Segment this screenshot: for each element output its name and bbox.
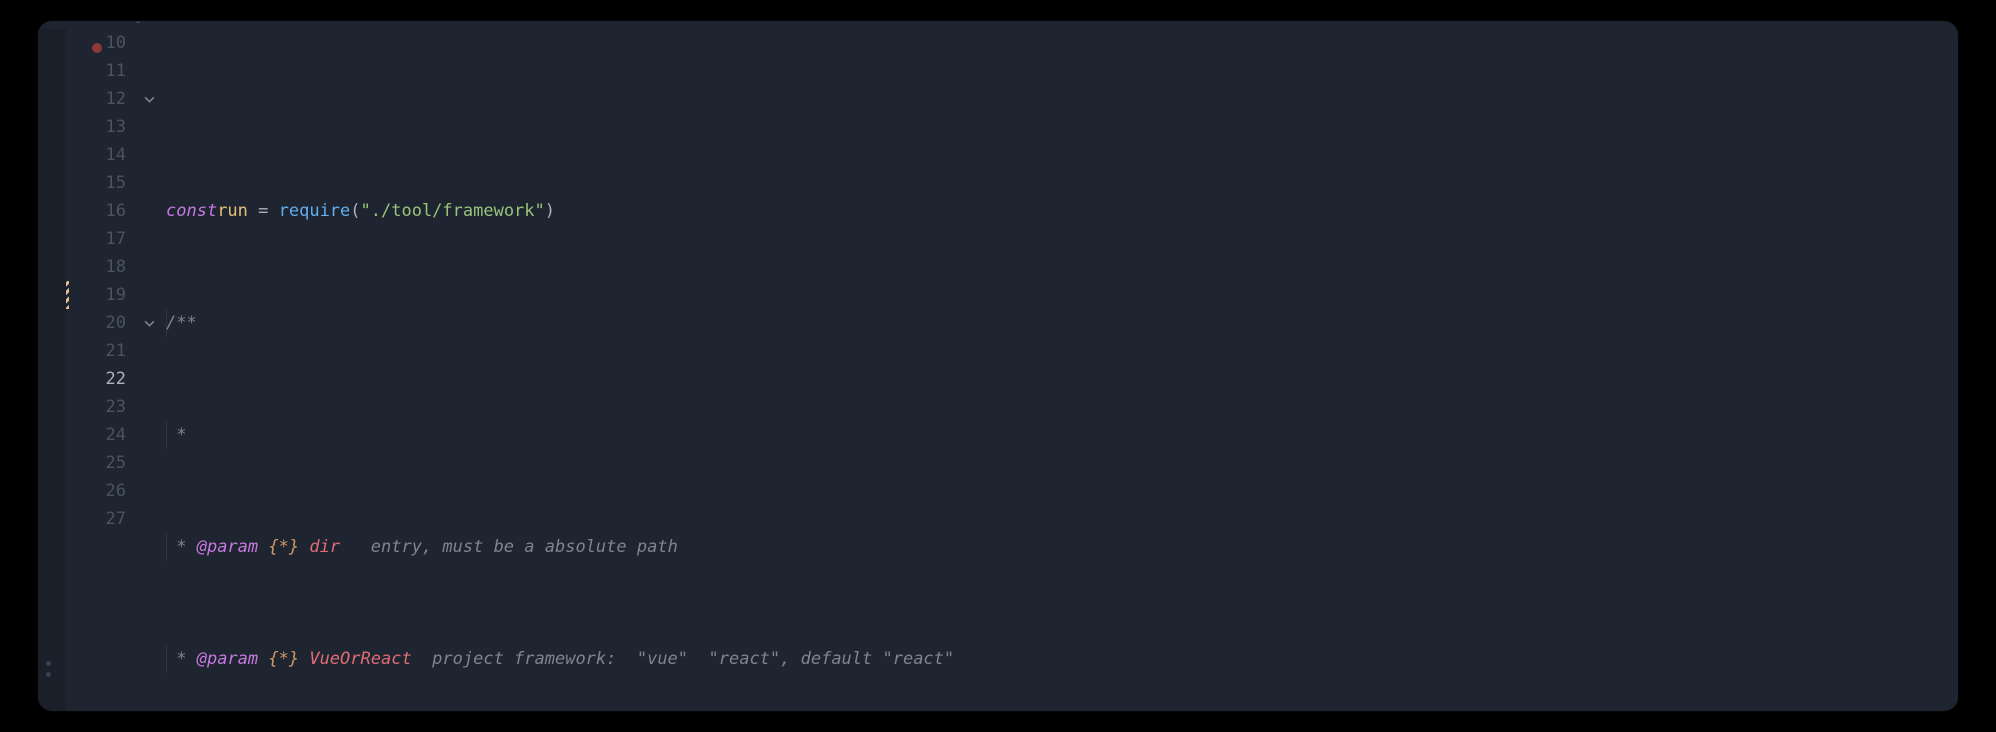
line-number-gutter[interactable]: 101112131415161718192021222324252627 <box>66 29 136 711</box>
line-number[interactable]: 13 <box>66 113 126 141</box>
overview-ruler <box>46 661 51 677</box>
line-number[interactable]: 24 <box>66 421 126 449</box>
activity-strip <box>38 29 66 711</box>
line-number[interactable]: 11 <box>66 57 126 85</box>
comment: project framework: "vue" "react", defaul… <box>412 645 954 673</box>
line-number[interactable]: 12 <box>66 85 126 113</box>
line-number[interactable]: 16 <box>66 197 126 225</box>
fold-toggle <box>136 337 162 365</box>
fold-toggle <box>136 141 162 169</box>
line-number[interactable]: 20 <box>66 309 126 337</box>
code-line[interactable] <box>166 85 1958 113</box>
breadcrumb-rest: ... <box>173 21 200 29</box>
comment: * <box>166 645 197 673</box>
diff-marker <box>66 281 69 309</box>
jsdoc-param: VueOrReact <box>309 645 411 673</box>
line-number[interactable]: 17 <box>66 225 126 253</box>
code-area[interactable]: const run = require("./tool/framework") … <box>162 29 1958 711</box>
comment: /** <box>166 309 197 337</box>
function-call: require <box>279 197 351 225</box>
fold-toggle <box>136 169 162 197</box>
comment: entry, must be a absolute path <box>340 533 678 561</box>
line-number[interactable]: 27 <box>66 505 126 533</box>
keyword: const <box>166 197 217 225</box>
fold-toggle <box>136 505 162 533</box>
code-line[interactable]: /** <box>166 309 1958 337</box>
line-number[interactable]: 23 <box>66 393 126 421</box>
code-line[interactable]: * @param {*} VueOrReact project framewor… <box>166 645 1958 673</box>
operator: = <box>248 197 279 225</box>
fold-toggle <box>136 421 162 449</box>
jsdoc-type: {*} <box>258 533 309 561</box>
fold-toggle <box>136 113 162 141</box>
identifier: run <box>217 197 248 225</box>
code-line[interactable]: * @param {*} dir entry, must be a absolu… <box>166 533 1958 561</box>
line-number[interactable]: 15 <box>66 169 126 197</box>
fold-toggle <box>136 365 162 393</box>
chevron-down-icon <box>144 94 155 105</box>
fold-toggle[interactable] <box>136 309 162 337</box>
fold-toggle[interactable] <box>136 85 162 113</box>
line-number[interactable]: 22 <box>66 365 126 393</box>
line-number[interactable]: 10 <box>66 29 126 57</box>
chevron-down-icon <box>144 318 155 329</box>
line-number[interactable]: 19 <box>66 281 126 309</box>
breadcrumb[interactable]: JS index.js › ... <box>38 21 1958 29</box>
fold-toggle <box>136 197 162 225</box>
punct: ) <box>545 197 555 225</box>
fold-toggle <box>136 449 162 477</box>
fold-toggle <box>136 29 162 57</box>
jsdoc-tag: @param <box>197 645 258 673</box>
line-number[interactable]: 21 <box>66 337 126 365</box>
fold-toggle <box>136 253 162 281</box>
fold-toggle <box>136 57 162 85</box>
fold-gutter[interactable] <box>136 29 162 711</box>
punct: ( <box>350 197 360 225</box>
code-line[interactable]: * <box>166 421 1958 449</box>
editor-body: 101112131415161718192021222324252627 con… <box>38 29 1958 711</box>
fold-toggle <box>136 393 162 421</box>
fold-toggle <box>136 281 162 309</box>
fold-toggle <box>136 225 162 253</box>
breadcrumb-file[interactable]: index.js <box>80 21 152 29</box>
line-number[interactable]: 25 <box>66 449 126 477</box>
editor-window: JS index.js › ... 1011121314151617181920… <box>38 21 1958 711</box>
comment: * <box>166 421 186 449</box>
file-icon: JS <box>56 21 74 29</box>
line-number[interactable]: 18 <box>66 253 126 281</box>
jsdoc-type: {*} <box>258 645 309 673</box>
code-line[interactable]: const run = require("./tool/framework") <box>166 197 1958 225</box>
comment: * <box>166 533 197 561</box>
fold-toggle <box>136 477 162 505</box>
jsdoc-param: dir <box>309 533 340 561</box>
line-number[interactable]: 26 <box>66 477 126 505</box>
string: "./tool/framework" <box>361 197 545 225</box>
jsdoc-tag: @param <box>197 533 258 561</box>
line-number[interactable]: 14 <box>66 141 126 169</box>
breadcrumb-sep: › <box>158 21 167 29</box>
